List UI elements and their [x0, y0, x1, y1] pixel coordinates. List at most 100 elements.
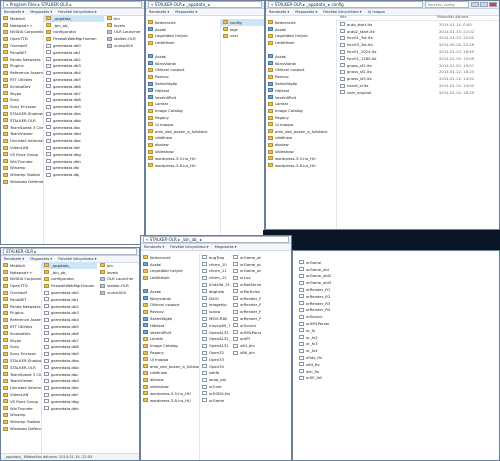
nav-item[interactable]: Plugins — [1, 63, 43, 70]
list-item[interactable]: gamedata.db8 — [42, 344, 97, 351]
list-item[interactable]: gamedata.db0 — [42, 289, 97, 296]
list-item[interactable]: gamedata.dba — [42, 357, 97, 364]
list-item[interactable]: xrParticles — [231, 288, 261, 295]
list-item[interactable]: _bin_ob_ — [42, 269, 97, 276]
list-item[interactable]: OLR Launcher — [105, 29, 144, 36]
nav-item[interactable]: Legutóbbi helyek — [266, 33, 336, 40]
nav-item[interactable]: Lomtár — [141, 336, 199, 343]
search-input[interactable]: Keresés: config — [425, 1, 469, 8]
nav-item[interactable]: Uninstall Information — [1, 384, 41, 391]
nav-item[interactable]: Image Catalog — [266, 107, 336, 114]
list-item[interactable]: xrSound — [297, 313, 397, 320]
nav-item[interactable]: wordpress-3.5-hu_HU — [266, 155, 336, 162]
nav-item[interactable]: Mobiloit — [1, 262, 41, 269]
nav-item[interactable]: Hálózat — [141, 322, 199, 329]
nav-item[interactable]: STALKER-OLR — [1, 117, 43, 124]
nav-item[interactable]: Pagony — [146, 114, 220, 121]
list-item[interactable]: MSVCR80 — [200, 315, 230, 322]
nav-item[interactable]: Sony Ericsson — [1, 350, 41, 357]
nav-item[interactable]: Winamp — [1, 165, 43, 172]
list-item[interactable]: Open34 — [200, 363, 230, 370]
list-item[interactable]: gamedata.dbd — [44, 131, 104, 138]
table-row[interactable]: gnoss_sf2.ltx 2014.01.12. 18:23 — [338, 69, 499, 76]
nav-item[interactable]: Otthoni csoport — [266, 67, 336, 74]
share-button[interactable]: Megosztás ▾ — [295, 10, 317, 14]
nav-item[interactable]: VS Rxxx Group — [1, 151, 43, 158]
nav-item[interactable]: PanoNET — [1, 49, 43, 56]
list-item[interactable]: DXGI — [200, 295, 230, 302]
nav-item[interactable]: RTT Utilities — [1, 323, 41, 330]
list-item[interactable]: xr_fx — [297, 327, 397, 334]
organize-button[interactable]: Rendezés ▾ — [144, 245, 164, 249]
nav-item[interactable]: Image Catalog — [146, 107, 220, 114]
nav-item[interactable]: Reference Assemblies — [1, 316, 41, 323]
table-row[interactable]: fsrv01_1024.ltx 2014.01.13. 18:49 — [338, 48, 499, 55]
list-item[interactable]: configurator — [44, 29, 104, 36]
list-item[interactable]: gamedata.dbh — [44, 158, 104, 165]
nav-item[interactable]: Új mappa — [146, 121, 220, 128]
share-button[interactable]: Megosztás ▾ — [175, 10, 197, 14]
list-item[interactable]: xrGame — [297, 259, 397, 266]
nav-item[interactable]: NVIDIA Corporation — [1, 276, 41, 283]
list-item[interactable]: sdkfa — [200, 370, 230, 377]
nav-item[interactable]: Notepad++ — [1, 269, 41, 276]
nav-item[interactable]: Letöltések — [266, 39, 336, 46]
list-item[interactable]: gamedata.db3 — [42, 310, 97, 317]
nav-item[interactable]: Pagony — [266, 114, 336, 121]
list-item[interactable]: gamedata.db0 — [44, 42, 104, 49]
nav-item[interactable]: slideshow — [266, 148, 336, 155]
list-item[interactable]: wrap_oal — [200, 376, 230, 383]
nav-item[interactable]: OpenTTD — [1, 282, 41, 289]
nav-item[interactable]: VezérlőPult — [266, 94, 336, 101]
nav-item[interactable]: slideshow — [146, 148, 220, 155]
nav-item[interactable]: Hálózat — [266, 87, 336, 94]
list-item[interactable]: gamedata.db9 — [44, 103, 104, 110]
nav-item[interactable]: Reference Assemblies — [1, 69, 43, 76]
minimize-button[interactable] — [471, 2, 479, 7]
list-item[interactable]: gamedata.dbb — [42, 364, 97, 371]
nav-item[interactable]: WinThunder — [1, 158, 43, 165]
list-item[interactable]: luaicp — [200, 308, 230, 315]
nav-item[interactable]: VezérlőPult — [146, 94, 220, 101]
table-row[interactable]: nandi_sf.ltx 2014.01.14. 14:02 — [338, 82, 499, 89]
nav-item[interactable]: VideoLAN — [1, 391, 41, 398]
nav-item[interactable]: STALKER-Shadow of Chernobyl — [1, 110, 43, 117]
nav-item[interactable]: wordpress-3.5-hu_HU — [141, 390, 199, 397]
list-item[interactable]: xrRender_R1 — [231, 295, 261, 302]
list-item[interactable]: OpenAL32 — [200, 342, 230, 349]
list-item[interactable]: cform_12 — [200, 274, 230, 281]
nav-item[interactable]: Panda Networks — [1, 303, 41, 310]
list-item[interactable]: Open33 — [200, 356, 230, 363]
nav-item[interactable]: NVIDIA Corporation — [1, 29, 43, 36]
nav-item[interactable]: wordpress-3.8-hu_HU — [146, 162, 220, 169]
table-row[interactable]: gnoss_sf1.ltx 2014.01.20. 19:07 — [338, 62, 499, 69]
nav-item[interactable]: Lomtár — [146, 101, 220, 108]
list-item[interactable]: xrRender_R1 — [297, 286, 397, 293]
list-item[interactable]: levels — [105, 22, 144, 29]
address-bar[interactable]: « STALKER-OLR ▸ _appdata_ ▸ config — [268, 1, 423, 8]
share-button[interactable]: Megosztás ▾ — [30, 10, 52, 14]
share-button[interactable]: Megosztás ▾ — [215, 245, 237, 249]
list-item[interactable]: xrGame_old3 — [297, 279, 397, 286]
nav-item[interactable]: dbview — [146, 141, 220, 148]
nav-item[interactable]: Asztal — [146, 26, 220, 33]
address-bar[interactable]: STALKER-OLR ▸ — [3, 248, 137, 255]
list-item[interactable]: gamedata.dbh — [42, 405, 97, 412]
nav-item[interactable] — [141, 281, 199, 288]
nav-item[interactable]: Winamp Toolbar — [1, 171, 43, 178]
nav-item[interactable]: Overwolf — [1, 42, 43, 49]
list-item[interactable]: gamedata.db1 — [42, 296, 97, 303]
list-item[interactable]: xr_fx2 — [297, 334, 397, 341]
nav-item[interactable]: Sony — [1, 344, 41, 351]
list-item[interactable]: gamedata.db7 — [42, 337, 97, 344]
nav-item[interactable]: STALKER-OLR — [1, 364, 41, 371]
nav-item[interactable]: Uninstall Information — [1, 137, 43, 144]
nav-item[interactable]: Panda Networks — [1, 56, 43, 63]
nav-item[interactable]: amk_dev_bozen_a_fullstack — [141, 363, 199, 370]
nav-item[interactable]: Mobiloit — [1, 15, 43, 22]
list-item[interactable]: xr_fx4 — [297, 347, 397, 354]
list-item[interactable]: gamedata.dba — [44, 110, 104, 117]
nav-item[interactable]: Otthoni csoport — [146, 67, 220, 74]
nav-item[interactable]: Új mappa — [141, 356, 199, 363]
list-item[interactable]: gamedata.dbe — [42, 384, 97, 391]
